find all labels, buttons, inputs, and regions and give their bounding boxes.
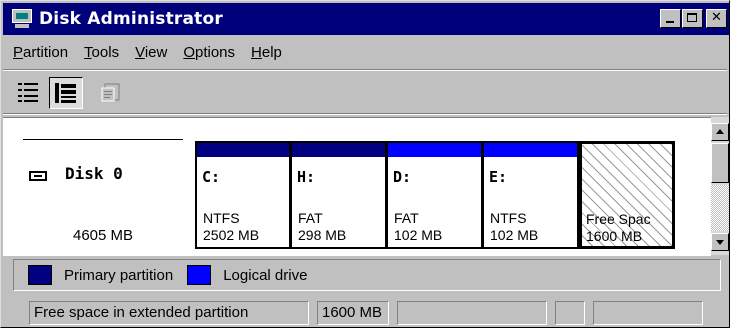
status-field-4 <box>555 301 585 325</box>
primary-partition-swatch <box>28 265 52 285</box>
disk-configuration-view-icon <box>55 83 76 103</box>
menu-tools[interactable]: Tools <box>76 44 127 61</box>
toolbar <box>13 75 131 111</box>
maximize-button[interactable] <box>682 9 703 28</box>
disk-administrator-window: Disk Administrator ✕ Partition Tools Vie… <box>0 0 730 328</box>
scroll-up-arrow-icon[interactable] <box>711 123 729 141</box>
close-button[interactable]: ✕ <box>706 9 727 28</box>
status-field-3 <box>397 301 547 325</box>
status-description: Free space in extended partition <box>29 301 309 325</box>
properties-button[interactable] <box>95 77 129 109</box>
partition-bar: C: NTFS 2502 MB H: FAT 298 MB D: FAT 102… <box>195 141 675 249</box>
primary-partition-color-bar <box>197 143 289 157</box>
scroll-track[interactable] <box>711 185 729 231</box>
free-space-region[interactable]: Free Spac 1600 MB <box>579 141 675 249</box>
title-bar[interactable]: Disk Administrator ✕ <box>3 3 729 35</box>
hard-disk-icon <box>29 171 47 181</box>
logical-drive-color-bar <box>484 143 577 157</box>
volumes-view-button[interactable] <box>13 77 47 109</box>
volumes-view-icon <box>18 83 38 102</box>
partition-d[interactable]: D: FAT 102 MB <box>387 141 483 249</box>
partition-e[interactable]: E: NTFS 102 MB <box>483 141 579 249</box>
disk-size: 4605 MB <box>73 227 134 244</box>
logical-drive-color-bar <box>388 143 481 157</box>
disk-configuration-view-button[interactable] <box>49 77 83 109</box>
minimize-button[interactable] <box>660 9 681 28</box>
menu-bar: Partition Tools View Options Help <box>3 39 290 65</box>
partition-h[interactable]: H: FAT 298 MB <box>291 141 387 249</box>
menu-partition[interactable]: Partition <box>3 44 76 61</box>
scroll-down-arrow-icon[interactable] <box>711 233 729 251</box>
status-field-5 <box>593 301 703 325</box>
toolbar-separator <box>3 113 727 115</box>
legend: Primary partition Logical drive <box>13 259 721 291</box>
properties-icon <box>101 83 120 102</box>
menu-separator <box>3 69 727 71</box>
menu-options[interactable]: Options <box>175 44 243 61</box>
disk-info-divider <box>23 139 183 140</box>
logical-drive-swatch <box>187 265 212 285</box>
disk-administrator-app-icon[interactable] <box>11 9 33 29</box>
menu-help[interactable]: Help <box>243 44 290 61</box>
window-title: Disk Administrator <box>39 9 223 29</box>
status-size: 1600 MB <box>317 301 389 325</box>
menu-view[interactable]: View <box>127 44 175 61</box>
disk-name[interactable]: Disk 0 <box>65 164 123 183</box>
vertical-scrollbar[interactable] <box>711 117 729 255</box>
primary-partition-label: Primary partition <box>64 266 174 284</box>
primary-partition-color-bar <box>292 143 385 157</box>
scroll-thumb[interactable] <box>711 143 729 183</box>
partition-c[interactable]: C: NTFS 2502 MB <box>195 141 291 249</box>
status-bar: Free space in extended partition 1600 MB <box>29 301 703 325</box>
logical-drive-label: Logical drive <box>223 266 308 284</box>
